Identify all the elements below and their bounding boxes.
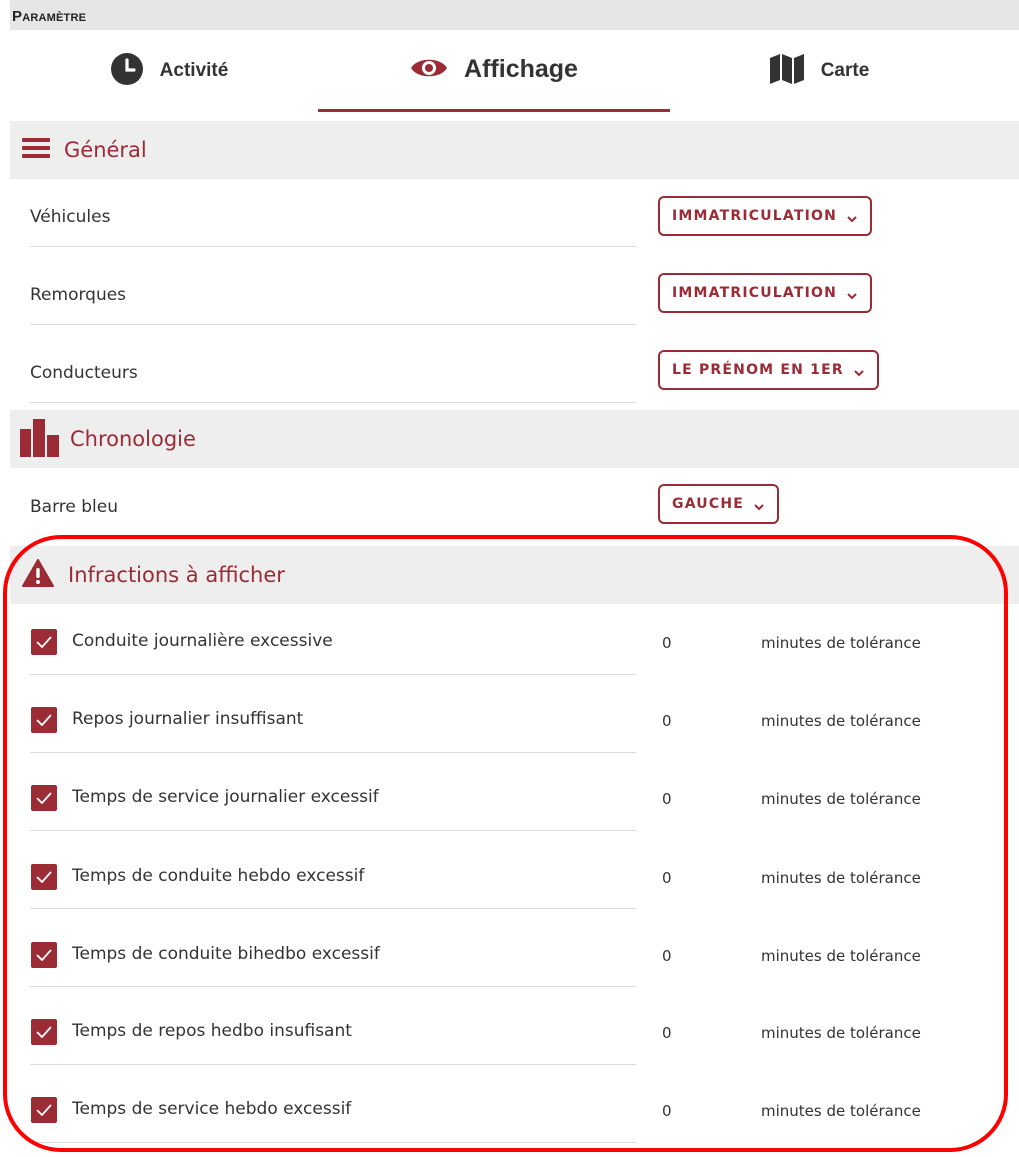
infraction-label: Temps de service hebdo excessif [72,1099,352,1119]
chevron-down-icon [853,364,865,377]
check-icon [36,711,52,730]
tolerance-unit: minutes de tolérance [761,1102,921,1120]
check-icon [36,789,52,808]
timeline-bars-icon [20,417,60,461]
infraction-checkbox[interactable] [31,785,57,811]
settings-title: Paramètre [12,8,87,25]
vehicules-select-value: IMMATRICULATION [672,208,838,224]
tolerance-unit: minutes de tolérance [761,1024,921,1042]
divider [30,908,636,909]
remorques-label: Remorques [30,285,127,305]
warning-icon [22,559,54,591]
conducteurs-select[interactable]: LE PRÉNOM EN 1ER [658,350,879,390]
infraction-checkbox[interactable] [31,864,57,890]
settings-topbar: Paramètre [10,0,1019,30]
tab-carte[interactable]: Carte [754,30,884,112]
divider [30,1142,636,1143]
clock-icon [110,52,144,90]
infraction-label: Repos journalier insuffisant [72,709,304,729]
vehicules-label: Véhicules [30,207,111,227]
remorques-select[interactable]: IMMATRICULATION [658,273,873,313]
check-icon [36,868,52,887]
chevron-down-icon [846,210,858,223]
barre-bleu-select-value: GAUCHE [672,496,745,512]
tab-activite-label: Activité [159,60,229,81]
check-icon [36,633,52,652]
tolerance-value[interactable]: 0 [662,869,672,887]
tolerance-value[interactable]: 0 [662,1024,672,1042]
tolerance-value[interactable]: 0 [662,712,672,730]
infraction-label: Temps de conduite hebdo excessif [72,866,365,886]
divider [30,986,636,987]
section-infractions-header: Infractions à afficher [10,546,1019,604]
tab-affichage[interactable]: Affichage [318,30,670,112]
highlight-outline [3,535,1008,1152]
section-general-header: Général [10,121,1019,179]
barre-bleu-label: Barre bleu [30,497,118,517]
tolerance-unit: minutes de tolérance [761,947,921,965]
section-infractions-title: Infractions à afficher [68,563,285,587]
divider [30,324,636,325]
chevron-down-icon [753,498,765,511]
tab-bar: Activité Affichage Carte [10,30,1019,114]
chevron-down-icon [846,287,858,300]
menu-icon [22,137,50,163]
infraction-label: Conduite journalière excessive [72,631,333,651]
tolerance-value[interactable]: 0 [662,634,672,652]
divider [30,830,636,831]
divider [30,1064,636,1065]
tab-activite[interactable]: Activité [94,30,244,112]
tab-affichage-label: Affichage [464,55,578,83]
infraction-label: Temps de repos hedbo insufisant [72,1021,352,1041]
tolerance-value[interactable]: 0 [662,947,672,965]
infraction-checkbox[interactable] [31,942,57,968]
section-chronologie-header: Chronologie [10,410,1019,468]
check-icon [36,1101,52,1120]
tolerance-unit: minutes de tolérance [761,790,921,808]
infraction-checkbox[interactable] [31,629,57,655]
divider [30,752,636,753]
map-icon [769,53,805,89]
conducteurs-label: Conducteurs [30,363,138,383]
check-icon [36,1023,52,1042]
conducteurs-select-value: LE PRÉNOM EN 1ER [672,362,844,378]
infraction-checkbox[interactable] [31,1097,57,1123]
section-chronologie-title: Chronologie [70,427,196,451]
infraction-checkbox[interactable] [31,707,57,733]
remorques-select-value: IMMATRICULATION [672,285,838,301]
check-icon [36,946,52,965]
barre-bleu-select[interactable]: GAUCHE [658,484,780,524]
vehicules-select[interactable]: IMMATRICULATION [658,196,873,236]
tolerance-unit: minutes de tolérance [761,712,921,730]
section-general-title: Général [64,138,147,162]
divider [30,674,636,675]
tolerance-value[interactable]: 0 [662,790,672,808]
divider [30,246,636,247]
tolerance-unit: minutes de tolérance [761,869,921,887]
eye-icon [410,55,448,85]
infraction-label: Temps de conduite bihedbo excessif [72,944,380,964]
tolerance-unit: minutes de tolérance [761,634,921,652]
infraction-checkbox[interactable] [31,1019,57,1045]
tolerance-value[interactable]: 0 [662,1102,672,1120]
infraction-label: Temps de service journalier excessif [72,787,379,807]
tab-carte-label: Carte [820,60,870,81]
divider [30,402,636,403]
